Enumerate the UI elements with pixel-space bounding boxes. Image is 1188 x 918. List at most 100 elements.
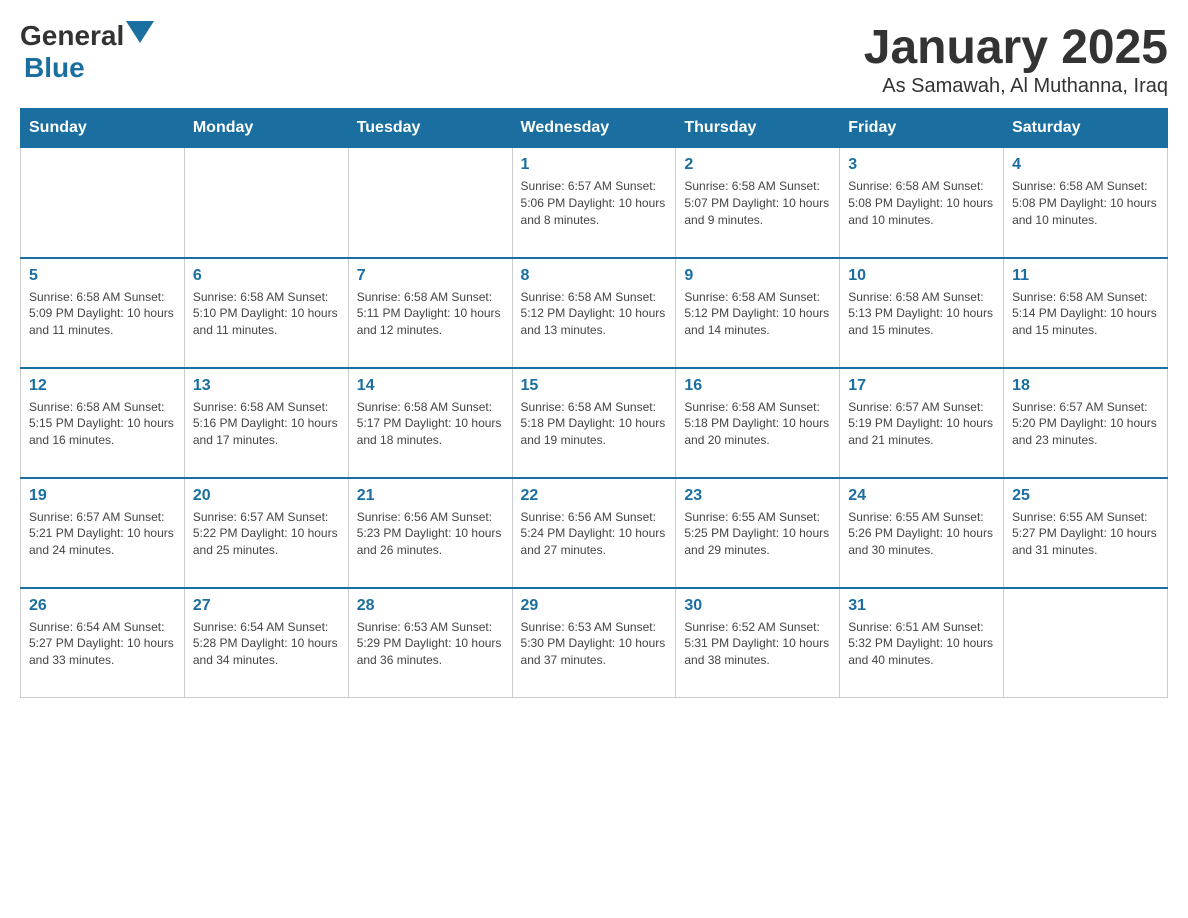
calendar-cell: 20 Sunrise: 6:57 AM Sunset: 5:22 PM Dayli… (184, 478, 348, 588)
day-number: 5 (29, 267, 176, 285)
calendar-cell: 2 Sunrise: 6:58 AM Sunset: 5:07 PM Daylig… (676, 148, 840, 258)
day-number: 2 (684, 156, 831, 174)
calendar-header-row: Sunday Monday Tuesday Wednesday Thursday… (21, 109, 1168, 148)
calendar-cell: 24 Sunrise: 6:55 AM Sunset: 5:26 PM Dayli… (840, 478, 1004, 588)
calendar-cell: 30Sunrise: 6:52 AM Sunset: 5:31 PM Dayli… (676, 588, 840, 698)
logo-blue: Blue (24, 52, 85, 84)
day-info: Sunrise: 6:55 AM Sunset: 5:25 PM Dayligh… (684, 509, 831, 559)
calendar-cell: 27Sunrise: 6:54 AM Sunset: 5:28 PM Dayli… (184, 588, 348, 698)
day-info: Sunrise: 6:57 AM Sunset: 5:21 PM Dayligh… (29, 509, 176, 559)
calendar-cell: 5 Sunrise: 6:58 AM Sunset: 5:09 PM Daylig… (21, 258, 185, 368)
calendar-cell: 31 Sunrise: 6:51 AM Sunset: 5:32 PM Dayli… (840, 588, 1004, 698)
calendar-cell: 25Sunrise: 6:55 AM Sunset: 5:27 PM Dayli… (1004, 478, 1168, 588)
day-info: Sunrise: 6:55 AM Sunset: 5:26 PM Dayligh… (848, 509, 995, 559)
calendar-cell: 7Sunrise: 6:58 AM Sunset: 5:11 PM Daylig… (348, 258, 512, 368)
day-number: 21 (357, 487, 504, 505)
day-info: Sunrise: 6:58 AM Sunset: 5:15 PM Dayligh… (29, 399, 176, 449)
calendar-table: Sunday Monday Tuesday Wednesday Thursday… (20, 108, 1168, 698)
header-monday: Monday (184, 109, 348, 148)
day-number: 6 (193, 267, 340, 285)
day-info: Sunrise: 6:58 AM Sunset: 5:08 PM Dayligh… (848, 178, 995, 228)
header-sunday: Sunday (21, 109, 185, 148)
calendar-cell (184, 148, 348, 258)
day-number: 11 (1012, 267, 1159, 285)
day-info: Sunrise: 6:58 AM Sunset: 5:18 PM Dayligh… (684, 399, 831, 449)
day-number: 14 (357, 377, 504, 395)
day-info: Sunrise: 6:58 AM Sunset: 5:12 PM Dayligh… (684, 289, 831, 339)
calendar-cell: 16 Sunrise: 6:58 AM Sunset: 5:18 PM Dayli… (676, 368, 840, 478)
day-info: Sunrise: 6:58 AM Sunset: 5:09 PM Dayligh… (29, 289, 176, 339)
day-number: 3 (848, 156, 995, 174)
calendar-cell: 4 Sunrise: 6:58 AM Sunset: 5:08 PM Daylig… (1004, 148, 1168, 258)
day-info: Sunrise: 6:57 AM Sunset: 5:20 PM Dayligh… (1012, 399, 1159, 449)
day-info: Sunrise: 6:58 AM Sunset: 5:12 PM Dayligh… (521, 289, 668, 339)
calendar-cell: 9 Sunrise: 6:58 AM Sunset: 5:12 PM Daylig… (676, 258, 840, 368)
day-info: Sunrise: 6:52 AM Sunset: 5:31 PM Dayligh… (684, 619, 831, 669)
calendar-cell: 14Sunrise: 6:58 AM Sunset: 5:17 PM Dayli… (348, 368, 512, 478)
calendar-week-2: 12 Sunrise: 6:58 AM Sunset: 5:15 PM Dayli… (21, 368, 1168, 478)
day-info: Sunrise: 6:57 AM Sunset: 5:22 PM Dayligh… (193, 509, 340, 559)
calendar-title: January 2025 (864, 20, 1168, 75)
day-number: 13 (193, 377, 340, 395)
calendar-cell: 22Sunrise: 6:56 AM Sunset: 5:24 PM Dayli… (512, 478, 676, 588)
day-number: 18 (1012, 377, 1159, 395)
day-info: Sunrise: 6:53 AM Sunset: 5:30 PM Dayligh… (521, 619, 668, 669)
day-number: 9 (684, 267, 831, 285)
day-info: Sunrise: 6:58 AM Sunset: 5:07 PM Dayligh… (684, 178, 831, 228)
calendar-cell: 19 Sunrise: 6:57 AM Sunset: 5:21 PM Dayli… (21, 478, 185, 588)
day-info: Sunrise: 6:58 AM Sunset: 5:10 PM Dayligh… (193, 289, 340, 339)
day-number: 19 (29, 487, 176, 505)
day-number: 10 (848, 267, 995, 285)
header-thursday: Thursday (676, 109, 840, 148)
day-number: 28 (357, 597, 504, 615)
day-info: Sunrise: 6:53 AM Sunset: 5:29 PM Dayligh… (357, 619, 504, 669)
calendar-cell: 18 Sunrise: 6:57 AM Sunset: 5:20 PM Dayli… (1004, 368, 1168, 478)
day-number: 24 (848, 487, 995, 505)
calendar-week-3: 19 Sunrise: 6:57 AM Sunset: 5:21 PM Dayli… (21, 478, 1168, 588)
calendar-cell: 26Sunrise: 6:54 AM Sunset: 5:27 PM Dayli… (21, 588, 185, 698)
day-number: 16 (684, 377, 831, 395)
calendar-subtitle: As Samawah, Al Muthanna, Iraq (864, 75, 1168, 98)
calendar-cell: 23 Sunrise: 6:55 AM Sunset: 5:25 PM Dayli… (676, 478, 840, 588)
day-number: 29 (521, 597, 668, 615)
day-info: Sunrise: 6:58 AM Sunset: 5:18 PM Dayligh… (521, 399, 668, 449)
calendar-cell: 28 Sunrise: 6:53 AM Sunset: 5:29 PM Dayli… (348, 588, 512, 698)
calendar-cell: 11 Sunrise: 6:58 AM Sunset: 5:14 PM Dayli… (1004, 258, 1168, 368)
day-number: 27 (193, 597, 340, 615)
logo: General Blue (20, 20, 154, 84)
day-number: 20 (193, 487, 340, 505)
day-info: Sunrise: 6:58 AM Sunset: 5:13 PM Dayligh… (848, 289, 995, 339)
calendar-cell: 29 Sunrise: 6:53 AM Sunset: 5:30 PM Dayli… (512, 588, 676, 698)
day-number: 4 (1012, 156, 1159, 174)
calendar-week-4: 26Sunrise: 6:54 AM Sunset: 5:27 PM Dayli… (21, 588, 1168, 698)
day-number: 22 (521, 487, 668, 505)
calendar-cell: 13Sunrise: 6:58 AM Sunset: 5:16 PM Dayli… (184, 368, 348, 478)
header-saturday: Saturday (1004, 109, 1168, 148)
calendar-cell: 10 Sunrise: 6:58 AM Sunset: 5:13 PM Dayli… (840, 258, 1004, 368)
calendar-cell: 12 Sunrise: 6:58 AM Sunset: 5:15 PM Dayli… (21, 368, 185, 478)
header-wednesday: Wednesday (512, 109, 676, 148)
calendar-week-1: 5 Sunrise: 6:58 AM Sunset: 5:09 PM Daylig… (21, 258, 1168, 368)
calendar-cell: 21 Sunrise: 6:56 AM Sunset: 5:23 PM Dayli… (348, 478, 512, 588)
day-info: Sunrise: 6:56 AM Sunset: 5:23 PM Dayligh… (357, 509, 504, 559)
day-number: 17 (848, 377, 995, 395)
day-info: Sunrise: 6:58 AM Sunset: 5:08 PM Dayligh… (1012, 178, 1159, 228)
calendar-cell: 8Sunrise: 6:58 AM Sunset: 5:12 PM Daylig… (512, 258, 676, 368)
day-number: 31 (848, 597, 995, 615)
day-number: 12 (29, 377, 176, 395)
calendar-cell: 17 Sunrise: 6:57 AM Sunset: 5:19 PM Dayli… (840, 368, 1004, 478)
header-tuesday: Tuesday (348, 109, 512, 148)
day-info: Sunrise: 6:55 AM Sunset: 5:27 PM Dayligh… (1012, 509, 1159, 559)
day-info: Sunrise: 6:58 AM Sunset: 5:14 PM Dayligh… (1012, 289, 1159, 339)
calendar-cell: 15Sunrise: 6:58 AM Sunset: 5:18 PM Dayli… (512, 368, 676, 478)
day-info: Sunrise: 6:51 AM Sunset: 5:32 PM Dayligh… (848, 619, 995, 669)
calendar-cell: 1Sunrise: 6:57 AM Sunset: 5:06 PM Daylig… (512, 148, 676, 258)
day-number: 23 (684, 487, 831, 505)
day-info: Sunrise: 6:54 AM Sunset: 5:27 PM Dayligh… (29, 619, 176, 669)
day-number: 1 (521, 156, 668, 174)
page-header: General Blue January 2025 As Samawah, Al… (20, 20, 1168, 98)
day-info: Sunrise: 6:57 AM Sunset: 5:19 PM Dayligh… (848, 399, 995, 449)
calendar-cell: 6 Sunrise: 6:58 AM Sunset: 5:10 PM Daylig… (184, 258, 348, 368)
title-block: January 2025 As Samawah, Al Muthanna, Ir… (864, 20, 1168, 98)
logo-triangle-icon (126, 21, 154, 43)
